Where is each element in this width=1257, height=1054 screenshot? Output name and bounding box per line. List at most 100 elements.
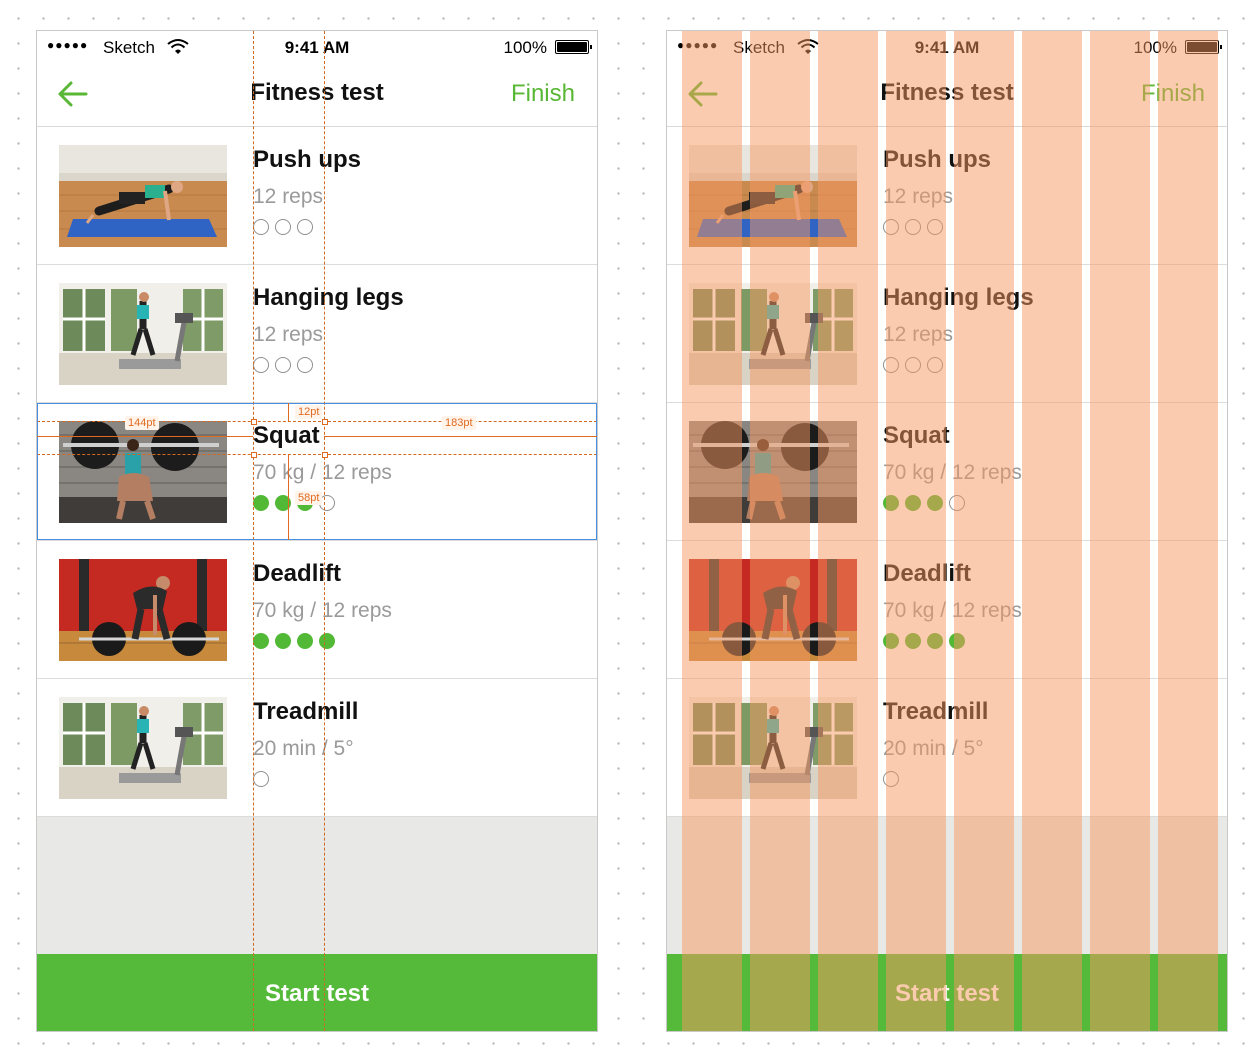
battery-icon	[555, 40, 592, 54]
progress-dot-empty-icon	[905, 219, 921, 235]
exercise-name: Squat	[883, 422, 950, 449]
finish-button[interactable]: Finish	[511, 80, 575, 108]
measure-line-bottom	[288, 454, 289, 540]
exercise-photo	[689, 559, 857, 661]
exercise-name: Push ups	[883, 146, 992, 173]
phone-mockup-grid-overlay: ●●●●● Sketch 9:41 AM 100% Fitness test F…	[666, 30, 1228, 1032]
start-test-button[interactable]: Start test	[37, 954, 597, 1031]
exercise-row[interactable]: Treadmill 20 min / 5°	[667, 679, 1227, 817]
selection-handle	[322, 452, 328, 458]
exercise-photo	[59, 145, 227, 247]
exercise-detail: 20 min / 5°	[883, 737, 984, 760]
exercise-name: Hanging legs	[883, 284, 1034, 311]
progress-dots	[253, 633, 335, 649]
progress-dot-empty-icon	[275, 357, 291, 373]
progress-dot-filled-icon	[253, 633, 269, 649]
exercise-photo	[59, 559, 227, 661]
exercise-row[interactable]: Hanging legs 12 reps	[667, 265, 1227, 403]
navigation-bar: Fitness test Finish	[667, 63, 1227, 127]
progress-dot-empty-icon	[275, 219, 291, 235]
progress-dots	[253, 357, 313, 373]
selection-handle	[251, 452, 257, 458]
progress-dot-empty-icon	[253, 771, 269, 787]
exercise-detail: 70 kg / 12 reps	[883, 599, 1022, 622]
measure-line-top	[288, 403, 289, 421]
finish-button[interactable]: Finish	[1141, 80, 1205, 108]
exercise-name: Deadlift	[883, 560, 972, 587]
exercise-row[interactable]: Deadlift 70 kg / 12 reps	[37, 541, 597, 679]
progress-dot-empty-icon	[297, 357, 313, 373]
exercise-row[interactable]: Hanging legs 12 reps	[37, 265, 597, 403]
selection-handle	[251, 419, 257, 425]
phone-mockup-measurements: ●●●●● Sketch 9:41 AM 100% Fitness test F…	[36, 30, 598, 1032]
status-bar: ●●●●● Sketch 9:41 AM 100%	[37, 31, 597, 63]
exercise-detail: 20 min / 5°	[253, 737, 354, 760]
exercise-detail: 70 kg / 12 reps	[253, 599, 392, 622]
progress-dot-empty-icon	[927, 357, 943, 373]
selection-box	[37, 403, 597, 540]
exercise-photo	[59, 697, 227, 799]
progress-dot-filled-icon	[883, 633, 899, 649]
measure-label-left: 144pt	[125, 416, 159, 430]
exercise-row[interactable]: Push ups 12 reps	[37, 127, 597, 265]
start-test-button[interactable]: Start test	[667, 954, 1227, 1031]
progress-dots	[883, 357, 943, 373]
progress-dot-empty-icon	[949, 495, 965, 511]
battery-icon	[1185, 40, 1222, 54]
progress-dot-empty-icon	[253, 219, 269, 235]
progress-dots	[883, 495, 965, 511]
exercise-row[interactable]: Push ups 12 reps	[667, 127, 1227, 265]
exercise-row[interactable]: Treadmill 20 min / 5°	[37, 679, 597, 817]
progress-dot-filled-icon	[927, 633, 943, 649]
exercise-name: Treadmill	[253, 698, 359, 725]
battery-percentage: 100%	[1133, 38, 1177, 57]
exercise-row[interactable]: Squat 70 kg / 12 reps	[667, 403, 1227, 541]
progress-dots	[883, 633, 965, 649]
progress-dot-filled-icon	[883, 495, 899, 511]
empty-list-area	[667, 817, 1227, 954]
exercise-photo	[59, 283, 227, 385]
exercise-detail: 12 reps	[253, 185, 324, 208]
battery-percentage: 100%	[503, 38, 547, 57]
progress-dot-filled-icon	[297, 633, 313, 649]
measure-label-bottom: 58pt	[295, 491, 323, 505]
progress-dot-filled-icon	[275, 633, 291, 649]
exercise-detail: 12 reps	[883, 323, 954, 346]
measure-label-top: 12pt	[295, 405, 323, 419]
progress-dot-empty-icon	[297, 219, 313, 235]
status-bar: ●●●●● Sketch 9:41 AM 100%	[667, 31, 1227, 63]
exercise-detail: 12 reps	[883, 185, 954, 208]
navigation-bar: Fitness test Finish	[37, 63, 597, 127]
exercise-detail: 70 kg / 12 reps	[883, 461, 1022, 484]
exercise-photo	[689, 421, 857, 523]
progress-dot-empty-icon	[253, 357, 269, 373]
measure-label-right: 183pt	[442, 416, 476, 430]
measure-line-right	[324, 436, 597, 437]
progress-dot-empty-icon	[883, 771, 899, 787]
progress-dot-empty-icon	[883, 357, 899, 373]
progress-dot-filled-icon	[949, 633, 965, 649]
progress-dot-empty-icon	[883, 219, 899, 235]
progress-dots	[883, 219, 943, 235]
exercise-photo	[689, 283, 857, 385]
exercise-name: Treadmill	[883, 698, 989, 725]
exercise-name: Deadlift	[253, 560, 342, 587]
progress-dot-filled-icon	[905, 495, 921, 511]
exercise-list: Push ups 12 reps Hanging legs 12 reps Squat 7…	[667, 127, 1227, 817]
exercise-row[interactable]: Deadlift 70 kg / 12 reps	[667, 541, 1227, 679]
measure-line-left	[37, 436, 253, 437]
progress-dot-empty-icon	[927, 219, 943, 235]
progress-dots	[253, 219, 313, 235]
exercise-detail: 12 reps	[253, 323, 324, 346]
selection-handle	[322, 419, 328, 425]
empty-list-area	[37, 817, 597, 954]
exercise-photo	[689, 145, 857, 247]
exercise-photo	[689, 697, 857, 799]
progress-dot-filled-icon	[905, 633, 921, 649]
exercise-name: Hanging legs	[253, 284, 404, 311]
progress-dots	[253, 771, 269, 787]
progress-dot-filled-icon	[927, 495, 943, 511]
progress-dot-empty-icon	[905, 357, 921, 373]
progress-dot-filled-icon	[319, 633, 335, 649]
exercise-name: Push ups	[253, 146, 362, 173]
